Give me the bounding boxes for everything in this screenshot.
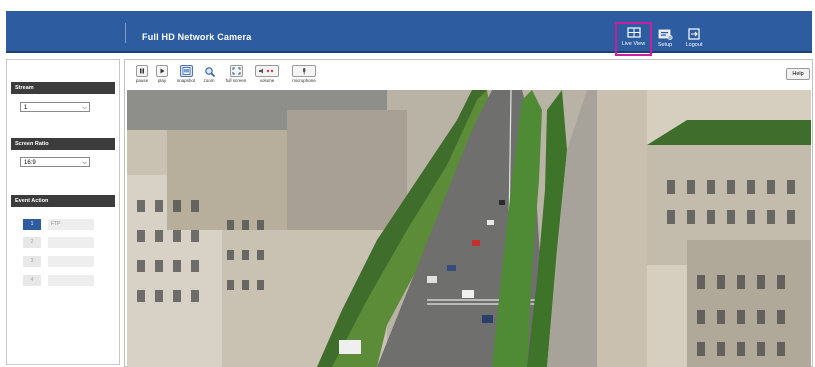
app-title: Full HD Network Camera bbox=[142, 32, 252, 42]
screen-ratio-section-title: Screen Ratio bbox=[11, 138, 115, 150]
full-screen-button[interactable]: full screen bbox=[223, 65, 249, 87]
event-action-field: FTP bbox=[48, 219, 94, 230]
live-video-image bbox=[127, 90, 811, 367]
live-view-icon bbox=[626, 27, 641, 38]
nav-setup-label: Setup bbox=[657, 42, 673, 48]
screen-ratio-select-value: 16:9 bbox=[24, 160, 36, 166]
nav-logout-button[interactable]: Logout bbox=[679, 25, 709, 51]
play-label: play bbox=[157, 78, 167, 83]
help-button[interactable]: Help bbox=[786, 68, 810, 80]
event-action-number[interactable]: 4 bbox=[23, 275, 41, 286]
pause-label: pause bbox=[135, 78, 149, 83]
volume-button[interactable]: volume bbox=[254, 65, 280, 87]
full-screen-label: full screen bbox=[225, 78, 247, 83]
event-action-field bbox=[48, 275, 94, 286]
pause-button[interactable]: pause bbox=[133, 65, 151, 87]
logout-icon bbox=[688, 28, 700, 40]
event-action-section-title: Event Action bbox=[11, 195, 115, 207]
zoom-icon bbox=[203, 65, 216, 78]
pause-icon bbox=[136, 65, 148, 77]
nav-setup-button[interactable]: Setup bbox=[650, 25, 680, 51]
event-action-number[interactable]: 3 bbox=[23, 256, 41, 267]
stream-select-value: 1 bbox=[24, 105, 28, 111]
snapshot-icon bbox=[179, 65, 193, 77]
microphone-button[interactable]: microphone bbox=[287, 65, 321, 87]
setup-icon bbox=[658, 29, 673, 41]
nav-logout-label: Logout bbox=[685, 42, 703, 48]
stream-section-title: Stream bbox=[11, 82, 115, 94]
snapshot-button[interactable]: snapshot bbox=[173, 65, 199, 87]
snapshot-label: snapshot bbox=[176, 78, 196, 83]
microphone-label: microphone bbox=[292, 78, 316, 83]
event-action-number[interactable]: 2 bbox=[23, 237, 41, 248]
event-action-field bbox=[48, 237, 94, 248]
chevron-down-icon: ⌵ bbox=[82, 105, 87, 111]
left-control-panel: Stream 1 ⌵ Screen Ratio 16:9 ⌵ Event Act… bbox=[6, 59, 120, 365]
live-viewer: pause play snapshot zoom full screen vol… bbox=[124, 59, 813, 367]
stream-select[interactable]: 1 ⌵ bbox=[20, 102, 90, 112]
top-header: Full HD Network Camera Live View Setup L… bbox=[6, 11, 812, 56]
play-icon bbox=[156, 65, 168, 77]
nav-live-view-label: Live View bbox=[621, 41, 646, 47]
viewer-toolbar: pause play snapshot zoom full screen vol… bbox=[125, 60, 812, 90]
chevron-down-icon: ⌵ bbox=[82, 160, 87, 166]
header-divider bbox=[125, 23, 126, 43]
zoom-button[interactable]: zoom bbox=[201, 65, 217, 87]
nav-live-view-button[interactable]: Live View bbox=[615, 22, 652, 56]
microphone-icon bbox=[292, 65, 316, 77]
play-button[interactable]: play bbox=[154, 65, 170, 87]
zoom-label: zoom bbox=[203, 78, 215, 83]
event-action-field bbox=[48, 256, 94, 267]
screen-ratio-select[interactable]: 16:9 ⌵ bbox=[20, 157, 90, 167]
event-action-number[interactable]: 1 bbox=[23, 219, 41, 230]
volume-icon bbox=[255, 65, 279, 77]
fullscreen-icon bbox=[229, 65, 243, 77]
volume-label: volume bbox=[259, 78, 275, 83]
